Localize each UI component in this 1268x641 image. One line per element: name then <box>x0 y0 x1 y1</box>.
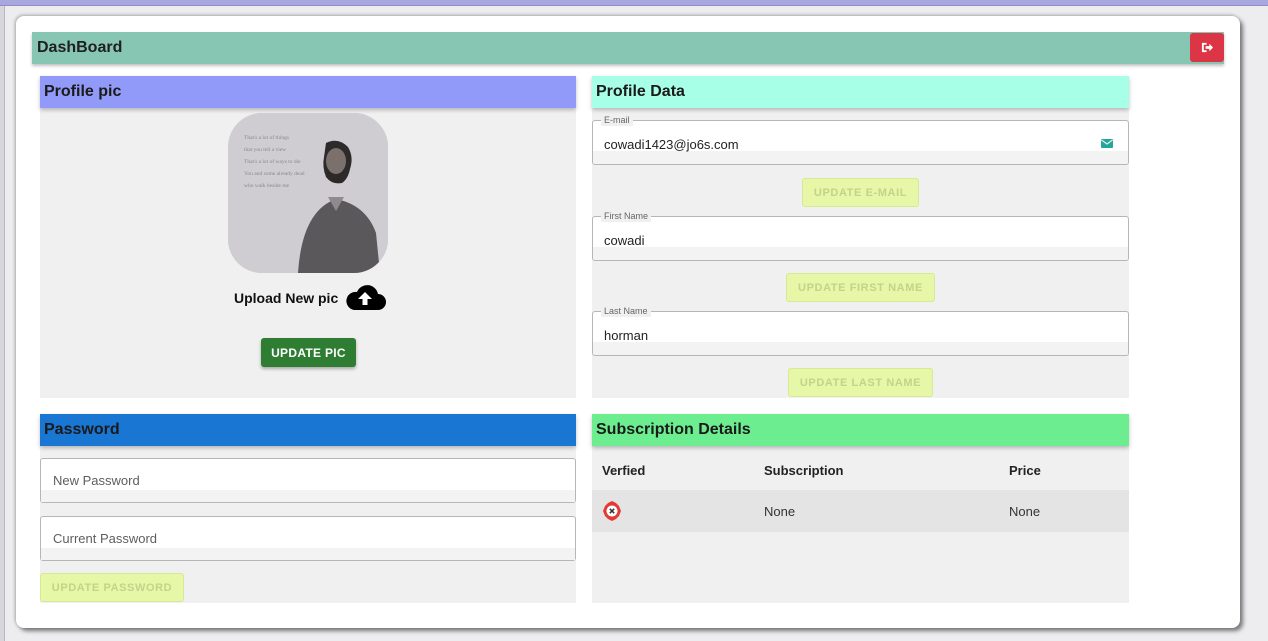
table-row: None None <box>592 490 1129 532</box>
avatar-line: That's a lot of things <box>244 134 289 141</box>
password-panel: Password UPDATE PASSWORD <box>40 414 576 603</box>
table-header-row: Verfied Subscription Price <box>592 446 1129 490</box>
profile-data-panel: Profile Data E-mail cowadi1423@jo6s.com … <box>592 76 1129 398</box>
profile-pic-heading: Profile pic <box>40 76 576 108</box>
update-last-name-button[interactable]: UPDATE LAST NAME <box>788 368 933 397</box>
email-icon <box>1101 139 1113 148</box>
update-password-button[interactable]: UPDATE PASSWORD <box>40 573 184 602</box>
first-name-label: First Name <box>601 210 652 222</box>
column-header-price: Price <box>1009 463 1041 478</box>
first-name-field[interactable]: First Name cowadi <box>592 210 1129 261</box>
profile-avatar[interactable]: That's a lot of things that you tell a v… <box>228 113 388 273</box>
not-verified-icon <box>603 501 621 521</box>
dashboard-title: DashBoard <box>37 39 123 56</box>
subscription-table: Verfied Subscription Price None None <box>592 446 1129 532</box>
cloud-upload-icon[interactable] <box>344 283 387 313</box>
avatar-line: who walk beside me <box>244 183 290 189</box>
avatar-photo: That's a lot of things that you tell a v… <box>228 113 388 273</box>
update-pic-button[interactable]: UPDATE PIC <box>261 338 356 367</box>
new-password-input[interactable] <box>40 458 576 503</box>
upload-new-pic[interactable]: Upload New pic <box>234 283 387 313</box>
profile-pic-panel: Profile pic That's a lot of things that … <box>40 76 576 398</box>
email-label: E-mail <box>601 114 633 126</box>
logout-button[interactable] <box>1190 33 1224 62</box>
current-password-input[interactable] <box>40 516 576 561</box>
avatar-line: that you tell a view <box>244 147 286 153</box>
subscription-value: None <box>764 504 796 519</box>
first-name-value: cowadi <box>604 233 645 248</box>
avatar-line: That's a lot of ways to die <box>244 158 301 165</box>
subscription-panel: Subscription Details Verfied Subscriptio… <box>592 414 1129 603</box>
dashboard-header: DashBoard <box>32 32 1224 64</box>
update-email-button[interactable]: UPDATE E-MAIL <box>802 178 919 207</box>
update-first-name-button[interactable]: UPDATE FIRST NAME <box>786 273 935 302</box>
subscription-heading: Subscription Details <box>592 414 1129 446</box>
password-heading: Password <box>40 414 576 446</box>
email-field[interactable]: E-mail cowadi1423@jo6s.com <box>592 114 1129 165</box>
browser-top-strip <box>0 0 1268 6</box>
logout-icon <box>1201 42 1213 53</box>
last-name-field[interactable]: Last Name horman <box>592 305 1129 356</box>
column-header-verified: Verfied <box>602 463 646 478</box>
column-header-subscription: Subscription <box>764 463 844 478</box>
upload-label: Upload New pic <box>234 290 339 306</box>
profile-data-heading: Profile Data <box>592 76 1129 108</box>
last-name-label: Last Name <box>601 305 651 317</box>
last-name-value: horman <box>604 328 649 343</box>
window-left-edge <box>0 6 5 641</box>
avatar-line: You and some already dead <box>244 171 305 177</box>
price-value: None <box>1009 504 1041 519</box>
email-value: cowadi1423@jo6s.com <box>604 137 739 152</box>
